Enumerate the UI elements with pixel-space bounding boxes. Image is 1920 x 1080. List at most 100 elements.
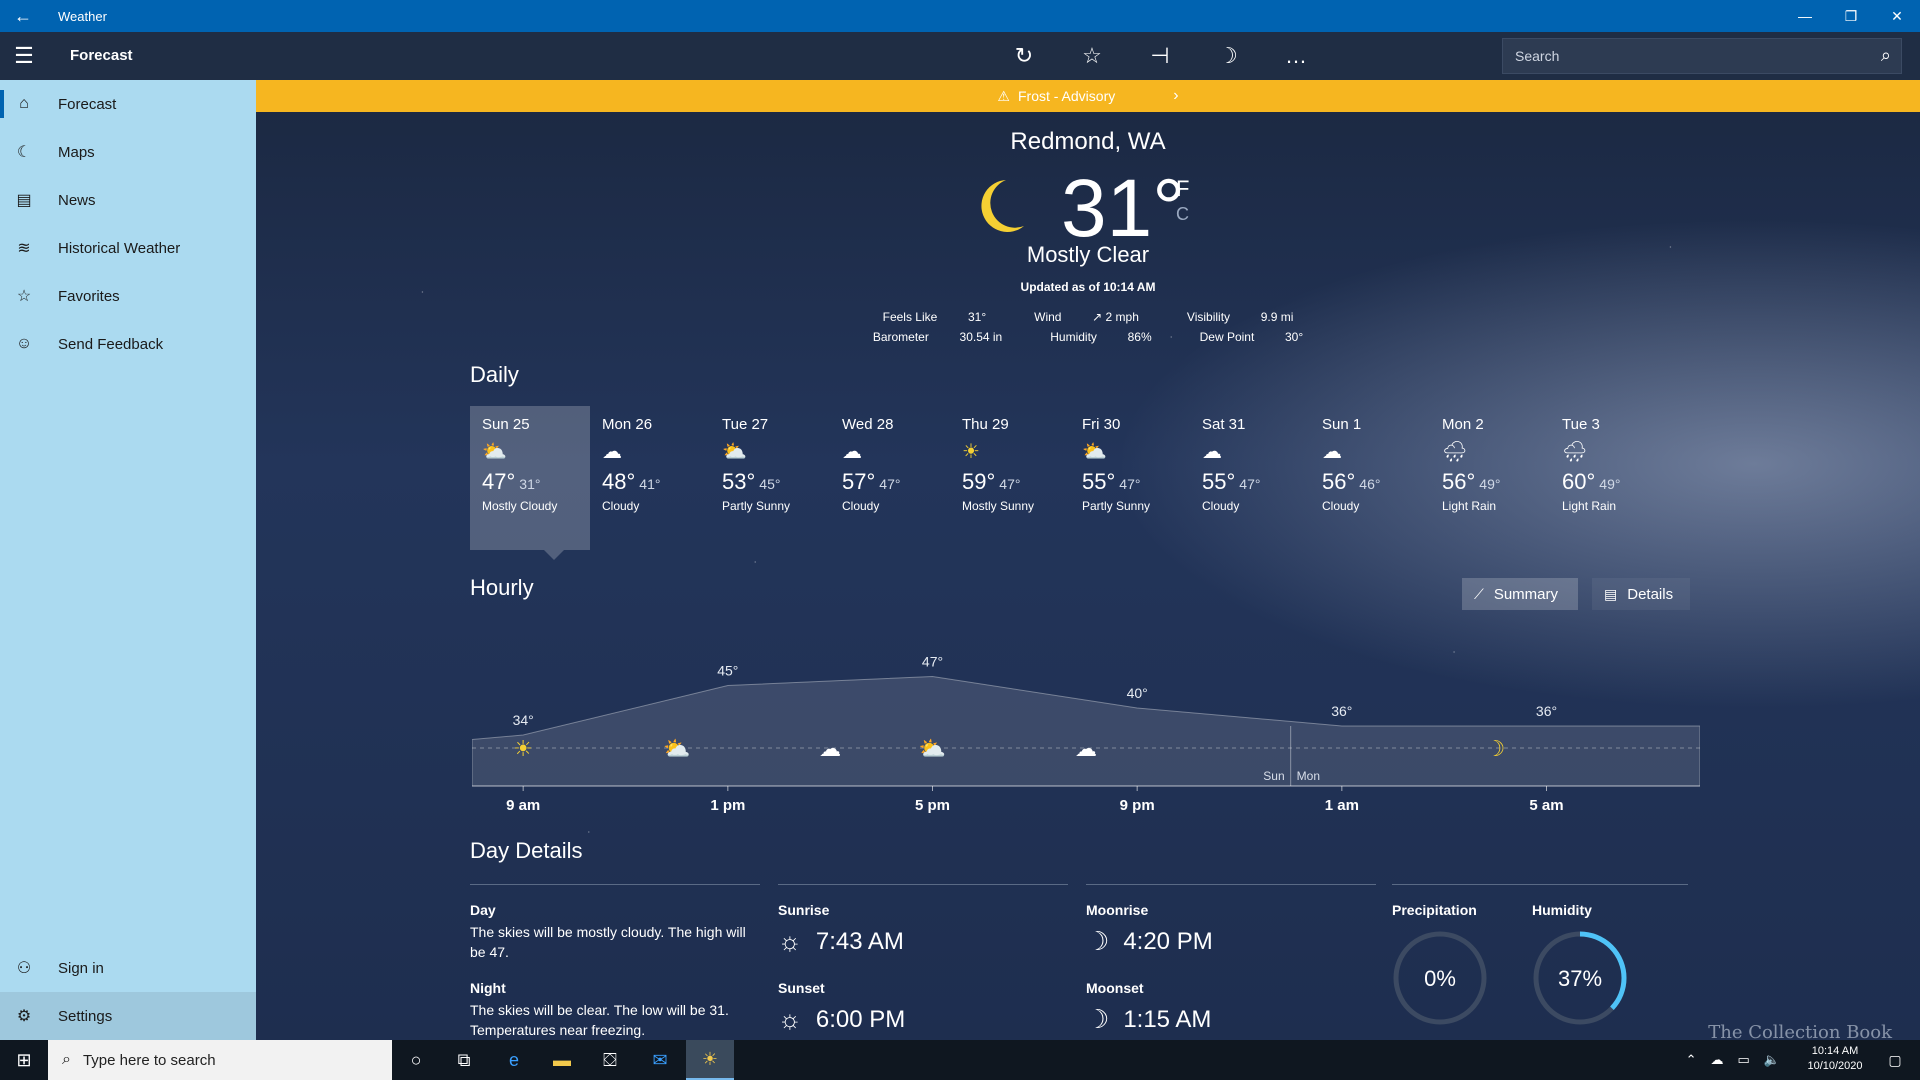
humidity-ring: 37%	[1533, 931, 1627, 1025]
precipitation-value: 0%	[1424, 966, 1456, 991]
day-condition: Cloudy	[1202, 499, 1240, 513]
cortana-icon[interactable]: ○	[392, 1040, 440, 1080]
back-button[interactable]: ←	[0, 0, 46, 32]
selected-day-pointer	[544, 550, 564, 560]
summary-label: Summary	[1493, 585, 1558, 603]
file-explorer-icon[interactable]: ▬	[538, 1040, 586, 1080]
unit-celsius-toggle[interactable]: C	[1176, 204, 1189, 225]
daily-card[interactable]: Thu 29 ☀ 59° 47° Mostly Sunny	[950, 406, 1070, 550]
divider	[1392, 884, 1688, 885]
daily-card[interactable]: Tue 27 ⛅ 53° 45° Partly Sunny	[710, 406, 830, 550]
tray-chevron-icon[interactable]: ⌃	[1686, 1052, 1697, 1068]
sunrise-icon: ☼	[778, 926, 802, 956]
pin-icon[interactable]: ⊣	[1126, 32, 1194, 80]
refresh-icon[interactable]: ↻	[990, 32, 1058, 80]
sidebar-item-historical-weather[interactable]: ≋ Historical Weather	[0, 224, 256, 272]
favorite-star-icon[interactable]: ☆	[1058, 32, 1126, 80]
sidebar-item-news[interactable]: ▤ News	[0, 176, 256, 224]
task-view-icon[interactable]: ⧉	[440, 1040, 488, 1080]
day-condition: Cloudy	[842, 499, 880, 513]
day-name: Wed 28	[842, 416, 894, 433]
day-name: Tue 3	[1562, 416, 1600, 433]
daily-card[interactable]: Sat 31 ☁ 55° 47° Cloudy	[1190, 406, 1310, 550]
clock-date: 10/10/2020	[1807, 1060, 1863, 1072]
visibility: Visibility 9.9 mi	[1186, 310, 1294, 324]
day-condition: Partly Sunny	[1082, 499, 1151, 513]
line-chart-icon: ⟋	[1474, 585, 1484, 602]
sun-weather-icon: ☀	[962, 441, 980, 463]
hourly-time-label: 9 pm	[1120, 797, 1155, 814]
sidebar-item-forecast[interactable]: ⌂ Forecast	[0, 80, 256, 128]
moonrise-value: ☽ 4:20 PM	[1086, 926, 1213, 956]
search-box[interactable]: Search ⌕	[1502, 38, 1902, 74]
metrics-row-2: Barometer 30.54 in Humidity 86% Dew Poin…	[256, 330, 1920, 344]
daily-card[interactable]: Tue 3 🌧 60° 49° Light Rain	[1550, 406, 1670, 550]
windows-start-icon[interactable]: ⊞	[0, 1040, 48, 1080]
daily-card[interactable]: Sun 1 ☁ 56° 46° Cloudy	[1310, 406, 1430, 550]
details-button[interactable]: ▤ Details	[1592, 578, 1690, 610]
unit-fahrenheit-toggle[interactable]: F	[1176, 176, 1189, 202]
sidebar-item-favorites[interactable]: ☆ Favorites	[0, 272, 256, 320]
mail-icon[interactable]: ✉	[636, 1040, 684, 1080]
divider	[778, 884, 1068, 885]
close-button[interactable]: ✕	[1874, 0, 1920, 32]
search-input[interactable]: Search	[1515, 48, 1559, 64]
clock[interactable]: 10:14 AM 10/10/2020	[1800, 1044, 1870, 1074]
volume-icon[interactable]: 🔈	[1764, 1052, 1780, 1068]
day-split-label: Mon	[1297, 769, 1320, 783]
details-label: Details	[1627, 585, 1674, 603]
current-condition: Mostly Clear	[1026, 242, 1150, 267]
day-condition: Cloudy	[602, 499, 640, 513]
sidebar-item-settings[interactable]: ⚙ Settings	[0, 992, 256, 1040]
advisory-banner[interactable]: ⚠ Frost - Advisory ›	[256, 80, 1920, 112]
edge-browser-icon[interactable]: e	[490, 1040, 538, 1080]
main-content[interactable]: ⚠ Frost - Advisory › Redmond, WA 31° F C…	[256, 80, 1920, 1040]
high-temp: 56°	[1442, 469, 1476, 494]
day-condition: Mostly Sunny	[962, 499, 1035, 513]
low-temp: 49°	[1479, 476, 1501, 492]
low-temp: 46°	[1359, 476, 1381, 492]
daily-card[interactable]: Mon 26 ☁ 48° 41° Cloudy	[590, 406, 710, 550]
sunrise-label: Sunrise	[778, 902, 830, 918]
notification-icon[interactable]: ▢	[1880, 1040, 1910, 1080]
sunset-icon: ☼	[778, 1004, 802, 1034]
title-bar: ← Weather — ❐ ✕	[0, 0, 1920, 32]
summary-button[interactable]: ⟋ Summary	[1462, 578, 1578, 610]
document-icon: ▤	[1604, 585, 1618, 602]
onedrive-icon[interactable]: ☁	[1711, 1052, 1724, 1068]
network-icon[interactable]: ▭	[1738, 1052, 1750, 1068]
sidebar-item-sign-in[interactable]: ⚇ Sign in	[0, 944, 256, 992]
hamburger-menu-icon[interactable]: ☰	[0, 32, 48, 80]
moonset-value: ☽ 1:15 AM	[1086, 1004, 1212, 1034]
partly-weather-icon: ⛅	[722, 441, 747, 463]
day-condition: Light Rain	[1562, 499, 1617, 513]
hourly-temp-label: 40°	[1127, 685, 1148, 701]
store-icon[interactable]: ⛋	[586, 1040, 634, 1080]
sidebar-item-label: Send Feedback	[58, 335, 164, 353]
sidebar-item-send-feedback[interactable]: ☺ Send Feedback	[0, 320, 256, 368]
daily-card[interactable]: Fri 30 ⛅ 55° 47° Partly Sunny	[1070, 406, 1190, 550]
taskbar-search[interactable]: ⌕ Type here to search	[48, 1040, 392, 1080]
high-temp: 55°	[1202, 469, 1236, 494]
restore-button[interactable]: ❐	[1828, 0, 1874, 32]
minimize-button[interactable]: —	[1782, 0, 1828, 32]
dark-mode-moon-icon[interactable]: ☽	[1194, 32, 1262, 80]
day-name: Mon 26	[602, 416, 653, 433]
partly-weather-icon: ⛅	[482, 441, 507, 463]
daily-card[interactable]: Wed 28 ☁ 57° 47° Cloudy	[830, 406, 950, 550]
divider	[1086, 884, 1376, 885]
rain-weather-icon: 🌧	[1562, 441, 1588, 463]
hourly-temperature-chart[interactable]: Sun Mon 34° 9 am 45° 1 pm 47° 5 pm 40° 9 pm 36° 1 a…	[472, 628, 1700, 818]
more-options-icon[interactable]: …	[1262, 32, 1330, 80]
day-details-title: Day Details	[470, 838, 583, 863]
daily-card[interactable]: Sun 25 ⛅ 47° 31° Mostly Cloudy	[470, 406, 590, 550]
sidebar-item-maps[interactable]: ☾ Maps	[0, 128, 256, 176]
sidebar: ⌂ Forecast ☾ Maps ▤ News ≋ Historical We…	[0, 80, 256, 1040]
page-title: Forecast	[70, 47, 133, 64]
search-icon[interactable]: ⌕	[1881, 45, 1891, 66]
moonrise-label: Moonrise	[1086, 902, 1149, 918]
weather-app-icon[interactable]: ☀	[686, 1040, 734, 1080]
cloud-weather-icon: ☁	[1075, 737, 1097, 762]
precipitation-label: Precipitation	[1392, 902, 1477, 918]
daily-card[interactable]: Mon 2 🌧 56° 49° Light Rain	[1430, 406, 1550, 550]
